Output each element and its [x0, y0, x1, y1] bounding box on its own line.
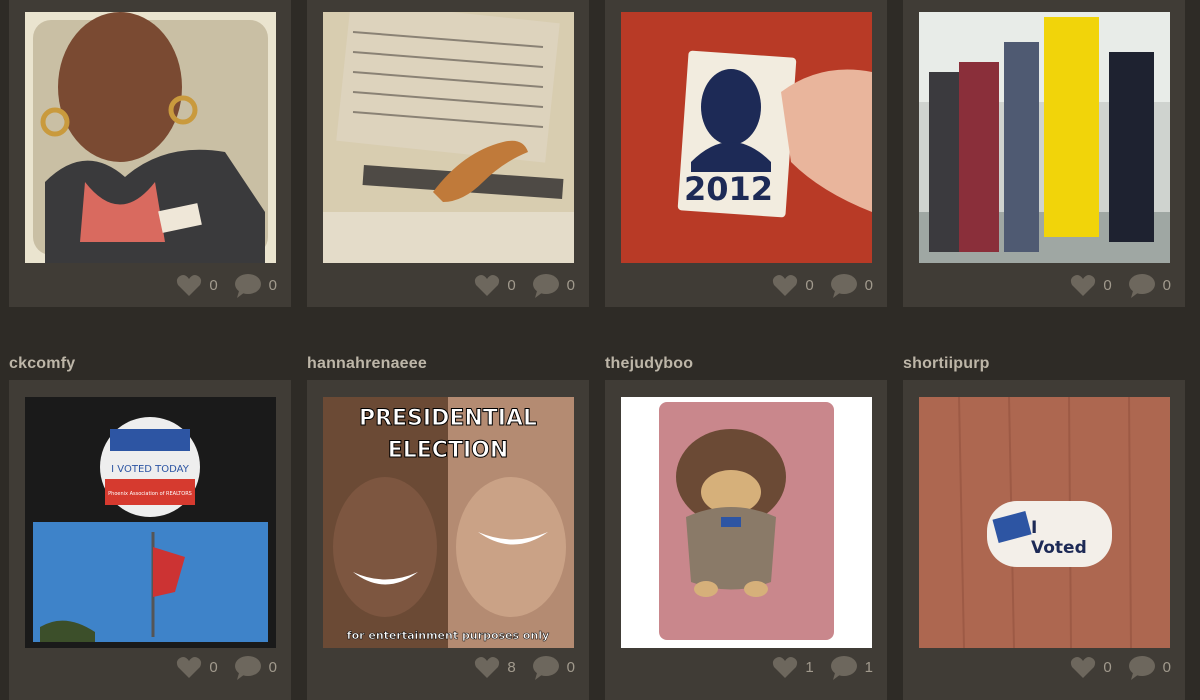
like-stat[interactable]: 0: [474, 274, 516, 297]
heart-icon: [177, 657, 202, 678]
speech-bubble-icon: [1128, 656, 1155, 680]
photo-thumbnail[interactable]: [323, 12, 574, 263]
photo-card: 0 0: [307, 0, 589, 307]
speech-bubble-icon: [234, 274, 261, 298]
speech-bubble-icon: [830, 274, 857, 298]
like-stat[interactable]: 8: [474, 656, 516, 679]
photo-thumbnail[interactable]: [621, 397, 872, 648]
photo-stats: 8 0: [464, 655, 575, 680]
heart-icon: [1071, 275, 1096, 296]
comment-count: 1: [864, 659, 873, 676]
heart-icon: [773, 657, 798, 678]
username-link[interactable]: shortiipurp: [903, 355, 990, 373]
photo-card: I Voted 0 0: [903, 380, 1185, 700]
comment-stat[interactable]: 0: [532, 655, 575, 680]
like-stat[interactable]: 0: [1070, 274, 1112, 297]
comment-count: 0: [864, 277, 873, 294]
heart-icon: [773, 275, 798, 296]
photo-stats: 0 0: [1060, 273, 1171, 298]
meme-headline-2: ELECTION: [388, 438, 509, 463]
like-count: 0: [1103, 277, 1112, 294]
photo-thumbnail[interactable]: I VOTED TODAY Phoenix Association of REA…: [25, 397, 276, 648]
speech-bubble-icon: [1128, 274, 1155, 298]
like-stat[interactable]: 1: [772, 656, 814, 679]
photo-stats: 0 0: [166, 273, 277, 298]
photo-stats: 1 1: [762, 655, 873, 680]
comment-stat[interactable]: 0: [830, 273, 873, 298]
photo-card: 0 0: [9, 0, 291, 307]
photo-card: 1 1: [605, 380, 887, 700]
comment-stat[interactable]: 0: [1128, 655, 1171, 680]
photo-thumbnail[interactable]: [919, 12, 1170, 263]
like-stat[interactable]: 0: [1070, 656, 1112, 679]
like-count: 0: [805, 277, 814, 294]
comment-stat[interactable]: 1: [830, 655, 873, 680]
speech-bubble-icon: [532, 274, 559, 298]
speech-bubble-icon: [234, 656, 261, 680]
like-stat[interactable]: 0: [176, 656, 218, 679]
photo-thumbnail[interactable]: 2012: [621, 12, 872, 263]
photo-thumbnail[interactable]: PRESIDENTIAL ELECTION for entertainment …: [323, 397, 574, 648]
heart-icon: [177, 275, 202, 296]
comment-stat[interactable]: 0: [1128, 273, 1171, 298]
like-count: 0: [209, 277, 218, 294]
sticker-text-line-1: I: [1031, 518, 1037, 538]
photo-card: 2012 0 0: [605, 0, 887, 307]
username-link[interactable]: thejudyboo: [605, 355, 693, 373]
comment-stat[interactable]: 0: [532, 273, 575, 298]
photo-stats: 0 0: [762, 273, 873, 298]
comment-count: 0: [268, 277, 277, 294]
button-text: I VOTED TODAY: [111, 464, 190, 475]
like-count: 8: [507, 659, 516, 676]
comment-count: 0: [566, 277, 575, 294]
like-count: 0: [507, 277, 516, 294]
comment-count: 0: [1162, 277, 1171, 294]
sticker-year: 2012: [684, 170, 773, 208]
meme-footer: for entertainment purposes only: [347, 629, 549, 642]
photo-thumbnail[interactable]: [25, 12, 276, 263]
heart-icon: [475, 275, 500, 296]
comment-count: 0: [566, 659, 575, 676]
photo-stats: 0 0: [166, 655, 277, 680]
meme-headline-1: PRESIDENTIAL: [359, 406, 537, 431]
like-stat[interactable]: 0: [176, 274, 218, 297]
like-stat[interactable]: 0: [772, 274, 814, 297]
comment-stat[interactable]: 0: [234, 273, 277, 298]
comment-stat[interactable]: 0: [234, 655, 277, 680]
username-link[interactable]: ckcomfy: [9, 355, 75, 373]
heart-icon: [475, 657, 500, 678]
like-count: 0: [209, 659, 218, 676]
like-count: 0: [1103, 659, 1112, 676]
speech-bubble-icon: [532, 656, 559, 680]
like-count: 1: [805, 659, 814, 676]
photo-stats: 0 0: [464, 273, 575, 298]
comment-count: 0: [1162, 659, 1171, 676]
sticker-text-line-2: Voted: [1031, 538, 1087, 558]
comment-count: 0: [268, 659, 277, 676]
username-link[interactable]: hannahrenaeee: [307, 355, 427, 373]
photo-stats: 0 0: [1060, 655, 1171, 680]
photo-thumbnail[interactable]: I Voted: [919, 397, 1170, 648]
heart-icon: [1071, 657, 1096, 678]
speech-bubble-icon: [830, 656, 857, 680]
photo-card: PRESIDENTIAL ELECTION for entertainment …: [307, 380, 589, 700]
photo-card: I VOTED TODAY Phoenix Association of REA…: [9, 380, 291, 700]
button-subtext: Phoenix Association of REALTORS: [108, 491, 192, 497]
photo-card: 0 0: [903, 0, 1185, 307]
